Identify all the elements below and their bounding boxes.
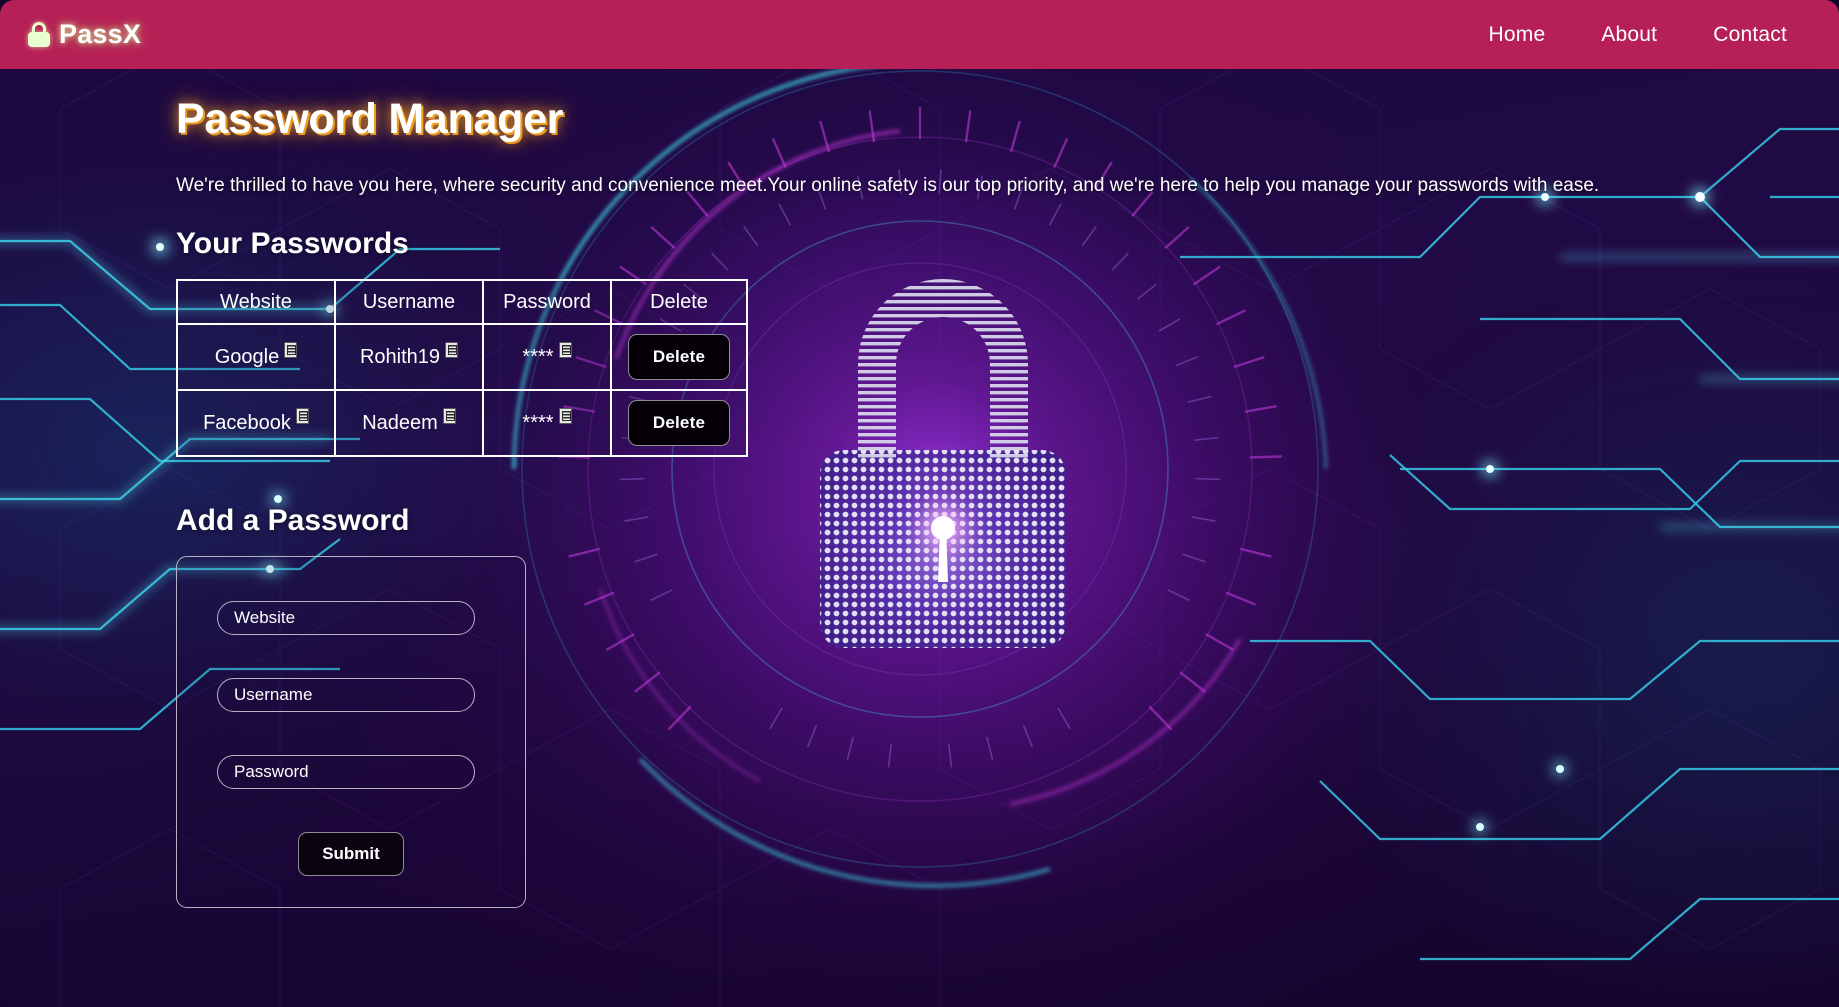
delete-button[interactable]: Delete [627,400,731,446]
password-input[interactable] [217,755,475,789]
lock-icon [28,21,50,48]
intro-paragraph: We're thrilled to have you here, where s… [176,175,1600,196]
nav-links: Home About Contact [1489,23,1788,47]
cell-delete: Delete [610,389,748,457]
delete-button[interactable]: Delete [627,334,731,380]
page-title: Password Manager [176,95,564,143]
cell-delete: Delete [610,323,748,391]
copy-icon[interactable] [284,341,298,358]
add-password-heading: Add a Password [176,504,410,537]
table-row: Facebook Nadeem **** Delete [176,389,748,457]
username-value: Rohith19 [359,345,441,368]
add-password-form: Submit [176,556,526,908]
column-header-delete: Delete [610,279,748,325]
brand-logo[interactable]: PassX [28,19,141,50]
copy-icon[interactable] [558,341,572,358]
app-page: PassX Home About Contact Password Manage… [0,0,1839,1007]
cell-password: **** [482,389,612,457]
main-content: Password Manager We're thrilled to have … [0,69,1839,1007]
password-value: **** [522,411,554,434]
table-row: Google Rohith19 **** Delete [176,323,748,391]
passwords-table: Website Username Password Delete Google [176,279,748,457]
copy-icon[interactable] [295,407,309,424]
table-header-row: Website Username Password Delete [176,279,748,325]
website-input[interactable] [217,601,475,635]
column-header-password: Password [482,279,612,325]
copy-icon[interactable] [558,407,572,424]
column-header-username: Username [334,279,484,325]
copy-icon[interactable] [445,341,459,358]
cell-username: Rohith19 [334,323,484,391]
website-value: Google [214,345,280,368]
your-passwords-heading: Your Passwords [176,227,409,260]
cell-password: **** [482,323,612,391]
nav-link-about[interactable]: About [1601,23,1657,47]
column-header-website: Website [176,279,336,325]
top-navbar: PassX Home About Contact [0,0,1839,69]
cell-website: Google [176,323,336,391]
website-value: Facebook [203,411,291,434]
submit-button[interactable]: Submit [298,832,404,876]
username-value: Nadeem [362,411,438,434]
username-input[interactable] [217,678,475,712]
password-value: **** [522,345,554,368]
cell-username: Nadeem [334,389,484,457]
brand-name: PassX [59,19,142,49]
nav-link-contact[interactable]: Contact [1713,23,1787,47]
cell-website: Facebook [176,389,336,457]
copy-icon[interactable] [442,407,456,424]
nav-link-home[interactable]: Home [1489,23,1546,47]
